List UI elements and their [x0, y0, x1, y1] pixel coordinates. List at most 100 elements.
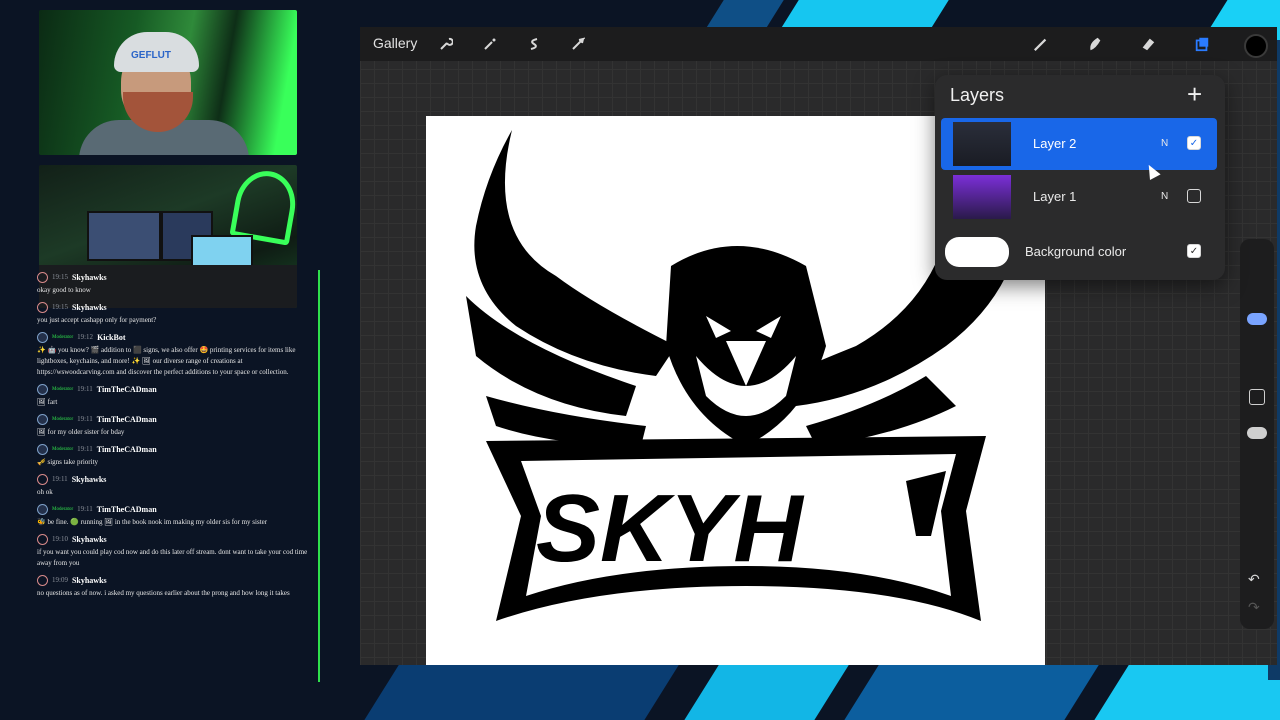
chat-timestamp: 19:12 [77, 333, 94, 341]
layer-thumbnail [953, 122, 1011, 166]
smudge-icon[interactable] [1087, 36, 1103, 52]
background-color-swatch[interactable] [945, 237, 1009, 267]
chat-username[interactable]: TimTheCADman [97, 385, 157, 394]
layer-name: Layer 2 [1033, 136, 1077, 151]
chat-message: Moderator 19:11 TimTheCADman 🖼 fart [34, 382, 318, 408]
overlay-stripe [681, 665, 849, 720]
undo-icon[interactable]: ↶ [1248, 571, 1260, 588]
gallery-button[interactable]: Gallery [373, 35, 417, 51]
eraser-icon[interactable] [1140, 36, 1156, 52]
user-avatar-icon [37, 443, 48, 455]
chat-timestamp: 19:09 [52, 576, 68, 584]
user-avatar-icon [37, 473, 48, 485]
chat-message-text: if you want you could play cod now and d… [37, 548, 308, 567]
layers-icon[interactable] [1194, 36, 1210, 52]
chat-timestamp: 19:11 [52, 475, 68, 483]
layer-visibility-checkbox[interactable] [1187, 189, 1201, 203]
redo-icon[interactable]: ↷ [1248, 599, 1260, 616]
chat-username[interactable]: Skyhawks [72, 576, 107, 585]
plus-icon[interactable]: + [1187, 81, 1202, 107]
layer-name: Background color [1025, 244, 1127, 259]
chat-message: Moderator 19:11 TimTheCADman 🐝 be fine. 🟢 r… [34, 502, 318, 528]
user-avatar-icon [37, 574, 48, 586]
moderator-badge: Moderator [52, 334, 74, 340]
chat-message-text: 🐝 be fine. 🟢 running 🖼 in the book nook … [37, 518, 268, 526]
chat-message-meta: 19:09 Skyhawks [37, 573, 318, 587]
layer-row-layer-2[interactable]: Layer 2 N ✓ [941, 118, 1217, 170]
face-webcam: GEFLUT [39, 10, 297, 155]
layer-row-background[interactable]: Background color ✓ [941, 226, 1217, 278]
chat-message: Moderator 19:12 KickBot ✨ 🤖 you know? 🎬 add… [34, 330, 318, 378]
stream-chat: 19:15 Skyhawks okay good to know 19:15 Skyha… [34, 270, 320, 682]
chat-message-meta: 19:10 Skyhawks [37, 532, 318, 546]
modify-button[interactable] [1249, 389, 1265, 405]
chat-timestamp: 19:10 [52, 535, 68, 543]
user-avatar-icon [37, 503, 48, 515]
chat-message-text: ✨ 🤖 you know? 🎬 addition to ⬛ signs, we … [37, 346, 296, 376]
wrench-icon[interactable] [438, 36, 454, 52]
chat-message: 19:11 Skyhawks oh ok [34, 472, 318, 498]
layers-panel: Layers + Layer 2 N ✓ Layer 1 N Backgroun… [935, 75, 1225, 280]
user-avatar-icon [37, 383, 48, 395]
chat-username[interactable]: Skyhawks [72, 535, 107, 544]
chat-message-meta: Moderator 19:11 TimTheCADman [37, 382, 318, 396]
layers-title: Layers [950, 85, 1005, 105]
chat-message-meta: 19:11 Skyhawks [37, 472, 318, 486]
layer-visibility-checkbox[interactable]: ✓ [1187, 136, 1201, 150]
chat-username[interactable]: Skyhawks [72, 273, 107, 282]
monitor [87, 211, 161, 261]
user-avatar-icon [37, 533, 48, 545]
chat-message: 19:10 Skyhawks if you want you could play … [34, 532, 318, 569]
chat-message-meta: 19:15 Skyhawks [37, 300, 318, 314]
overlay-stripe [1091, 665, 1280, 720]
side-toolbar: ↶ ↷ [1240, 239, 1274, 629]
chat-message-text: no questions as of now. i asked my quest… [37, 589, 290, 597]
brush-size-slider[interactable] [1247, 313, 1267, 325]
chat-username[interactable]: TimTheCADman [97, 505, 157, 514]
chat-message: 19:09 Skyhawks no questions as of now. i a… [34, 573, 318, 599]
neon-sign-icon [229, 166, 297, 246]
layer-row-layer-1[interactable]: Layer 1 N [941, 171, 1217, 223]
chat-message-meta: Moderator 19:11 TimTheCADman [37, 442, 318, 456]
chat-message-text: okay good to know [37, 286, 91, 294]
chat-timestamp: 19:11 [77, 415, 93, 423]
moderator-badge: Moderator [52, 446, 74, 452]
overlay-stripe [706, 0, 784, 28]
chat-message-meta: Moderator 19:12 KickBot [37, 330, 318, 344]
chat-timestamp: 19:11 [77, 385, 93, 393]
user-avatar-icon [37, 331, 48, 343]
selection-icon[interactable] [526, 36, 542, 52]
chat-message-meta: Moderator 19:11 TimTheCADman [37, 502, 318, 516]
magic-wand-icon[interactable] [482, 36, 498, 52]
brush-icon[interactable] [1033, 36, 1049, 52]
user-avatar-icon [37, 301, 48, 313]
chat-message: Moderator 19:11 TimTheCADman 🖼 for my older… [34, 412, 318, 438]
chat-message-text: 🖼 for my older sister for bday [37, 428, 125, 436]
layer-thumbnail [953, 175, 1011, 219]
chat-username[interactable]: TimTheCADman [97, 415, 157, 424]
chat-message-text: 🖼 fart [37, 398, 58, 406]
color-picker-button[interactable] [1244, 34, 1268, 58]
chat-username[interactable]: Skyhawks [72, 475, 107, 484]
overlay-stripe [781, 0, 949, 28]
blend-mode-button[interactable]: N [1161, 138, 1168, 149]
layer-name: Layer 1 [1033, 189, 1077, 204]
top-toolbar: Gallery [360, 27, 1277, 61]
moderator-badge: Moderator [52, 416, 74, 422]
moderator-badge: Moderator [52, 506, 74, 512]
chat-timestamp: 19:11 [77, 445, 93, 453]
chat-timestamp: 19:15 [52, 273, 68, 281]
chat-message: 19:15 Skyhawks okay good to know [34, 270, 318, 296]
chat-message-text: 🎺 signs take priority [37, 458, 99, 466]
opacity-slider[interactable] [1247, 427, 1267, 439]
user-avatar-icon [37, 413, 48, 425]
layer-visibility-checkbox[interactable]: ✓ [1187, 244, 1201, 258]
chat-username[interactable]: KickBot [97, 333, 125, 342]
blend-mode-button[interactable]: N [1161, 191, 1168, 202]
transform-icon[interactable] [570, 36, 586, 52]
chat-timestamp: 19:11 [77, 505, 93, 513]
artwork-text: SKYH [536, 475, 804, 582]
chat-username[interactable]: TimTheCADman [97, 445, 157, 454]
chat-username[interactable]: Skyhawks [72, 303, 107, 312]
chat-message: Moderator 19:11 TimTheCADman 🎺 signs take p… [34, 442, 318, 468]
